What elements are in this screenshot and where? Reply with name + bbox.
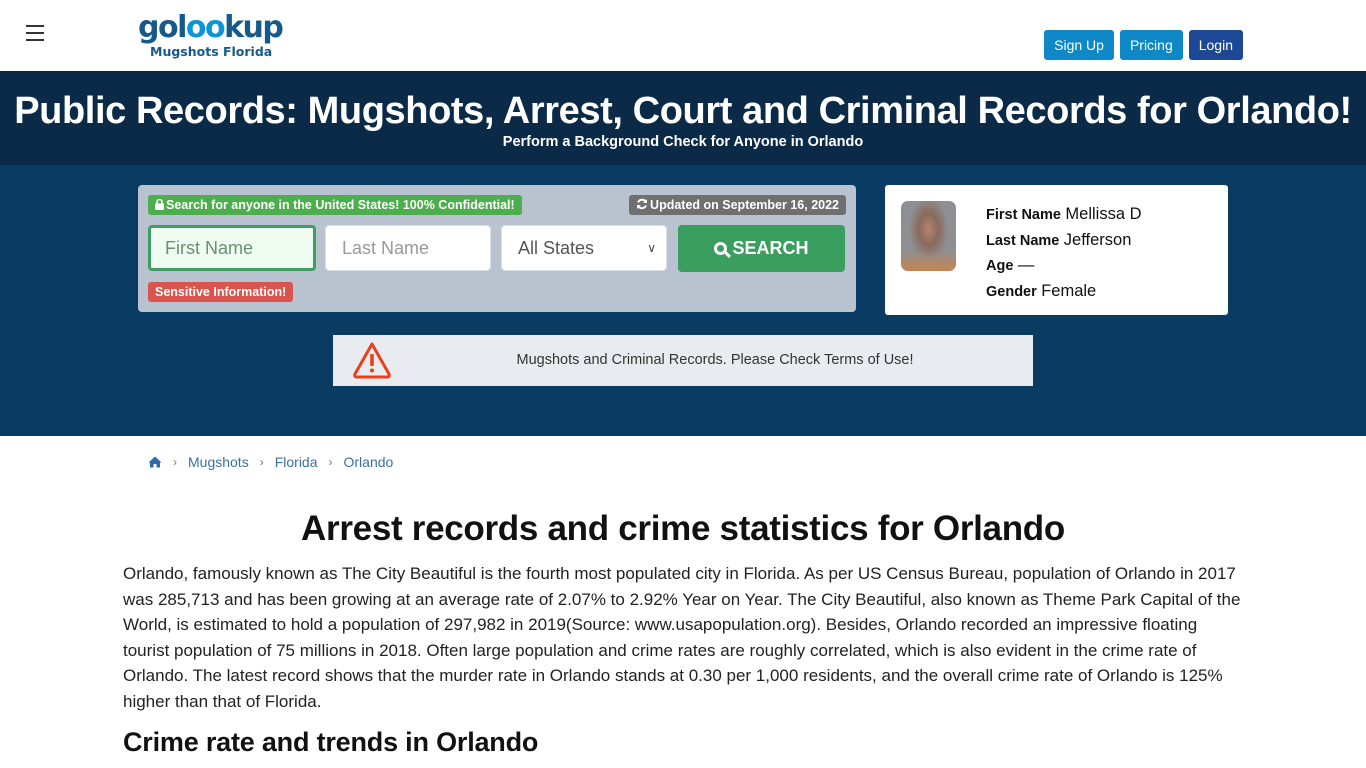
updated-badge-text: Updated on September 16, 2022 (650, 198, 839, 212)
intro-paragraph: Orlando, famously known as The City Beau… (123, 564, 1241, 711)
profile-label: Age (986, 258, 1014, 274)
state-select[interactable]: All States ∨ (501, 225, 667, 271)
profile-value: — (1017, 256, 1035, 274)
breadcrumb-separator-icon: › (259, 455, 264, 469)
logo-suffix: kup (224, 10, 284, 45)
site-logo[interactable]: golookup Mugshots Florida (138, 10, 284, 59)
breadcrumb: › Mugshots › Florida › Orlando (148, 454, 393, 470)
breadcrumb-florida[interactable]: Florida (275, 454, 318, 470)
lock-icon (155, 198, 164, 210)
search-button-label: SEARCH (732, 238, 809, 258)
search-icon (714, 242, 728, 255)
profile-details: First Name Mellissa D Last Name Jefferso… (986, 202, 1142, 304)
profile-avatar (901, 201, 956, 271)
breadcrumb-orlando[interactable]: Orlando (344, 454, 394, 470)
hero-search-section: Search for anyone in the United States! … (0, 165, 1366, 436)
breadcrumb-mugshots[interactable]: Mugshots (188, 454, 249, 470)
refresh-icon (637, 198, 648, 210)
search-button[interactable]: SEARCH (678, 225, 845, 272)
hero-title-band: Public Records: Mugshots, Arrest, Court … (0, 71, 1366, 165)
search-panel: Search for anyone in the United States! … (138, 185, 856, 312)
login-button[interactable]: Login (1188, 30, 1243, 60)
profile-gender: Gender Female (986, 279, 1142, 305)
profile-value: Female (1041, 281, 1097, 300)
hamburger-menu-icon[interactable] (26, 25, 44, 41)
profile-age: Age — (986, 253, 1142, 279)
sign-up-button[interactable]: Sign Up (1044, 30, 1114, 60)
pricing-button[interactable]: Pricing (1119, 30, 1183, 60)
content-title: Arrest records and crime statistics for … (301, 509, 1065, 548)
crime-rate-heading: Crime rate and trends in Orlando (123, 727, 539, 757)
logo-prefix: gol (138, 10, 187, 45)
logo-wordmark: golookup (138, 10, 284, 45)
notice-text: Mugshots and Criminal Records. Please Ch… (516, 352, 914, 368)
profile-label: Last Name (986, 232, 1060, 249)
state-select-value: All States (518, 238, 595, 258)
profile-label: Gender (986, 283, 1037, 300)
breadcrumb-separator-icon: › (173, 455, 177, 469)
chevron-down-icon: ∨ (647, 241, 656, 255)
header-actions: Sign Up Pricing Login (1044, 30, 1243, 60)
top-navbar: golookup Mugshots Florida Sign Up Pricin… (0, 0, 1366, 71)
terms-notice: Mugshots and Criminal Records. Please Ch… (333, 335, 1033, 386)
breadcrumb-separator-icon: › (328, 455, 333, 469)
profile-last-name: Last Name Jefferson (986, 228, 1142, 254)
profile-first-name: First Name Mellissa D (986, 202, 1142, 228)
first-name-input[interactable]: First Name (148, 225, 316, 271)
hero-subtitle: Perform a Background Check for Anyone in… (502, 134, 864, 150)
last-name-input[interactable]: Last Name (325, 225, 491, 271)
profile-value: Mellissa D (1065, 205, 1142, 223)
updated-badge: Updated on September 16, 2022 (629, 195, 846, 215)
sensitive-info-badge: Sensitive Information! (148, 282, 294, 302)
home-icon[interactable] (148, 456, 162, 468)
logo-subtitle: Mugshots Florida (150, 44, 273, 59)
profile-value: Jefferson (1063, 230, 1132, 249)
hero-title: Public Records: Mugshots, Arrest, Court … (14, 90, 1352, 132)
confidential-badge: Search for anyone in the United States! … (148, 195, 522, 215)
confidential-badge-text: Search for anyone in the United States! … (166, 198, 515, 212)
logo-oo: oo (185, 10, 226, 45)
profile-label: First Name (986, 207, 1061, 223)
profile-card[interactable]: First Name Mellissa D Last Name Jefferso… (885, 185, 1228, 315)
